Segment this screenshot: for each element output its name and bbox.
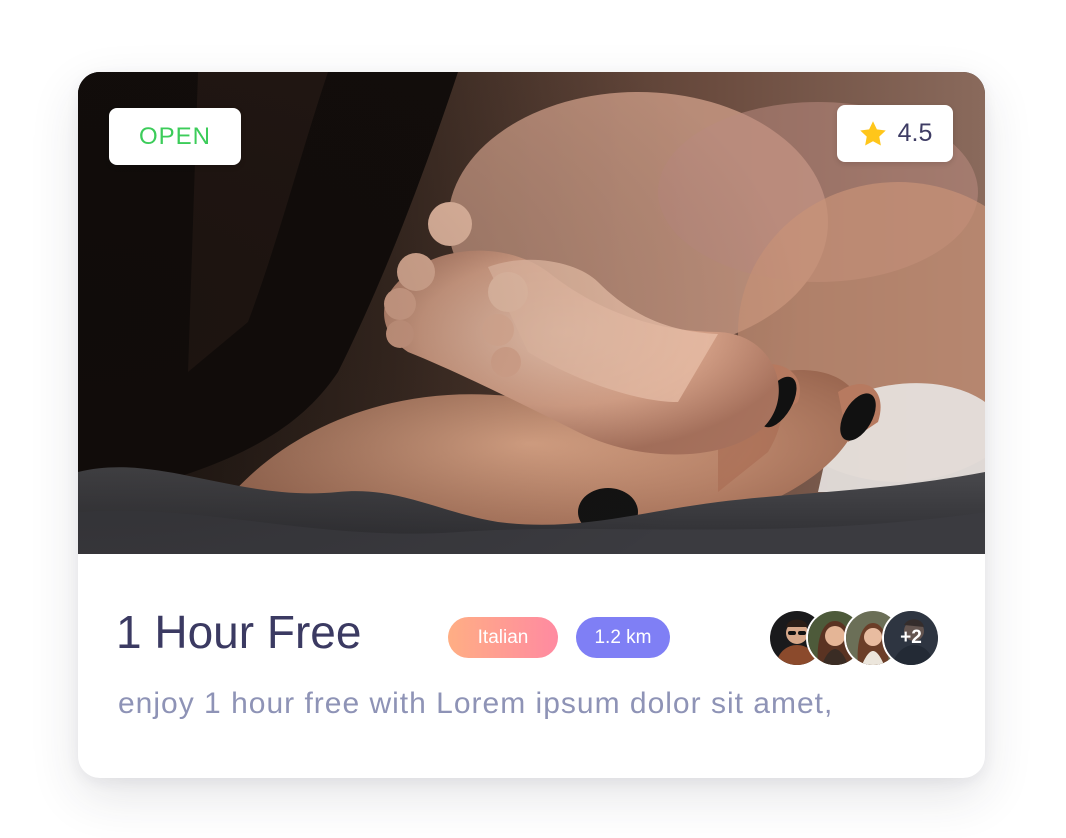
- card-description: enjoy 1 hour free with Lorem ipsum dolor…: [118, 687, 834, 720]
- cuisine-tag[interactable]: Italian: [448, 617, 558, 658]
- distance-tag[interactable]: 1.2 km: [576, 617, 670, 658]
- avatar-group[interactable]: +2: [768, 609, 948, 667]
- card-title: 1 Hour Free: [116, 606, 362, 658]
- hero-photo: OPEN 4.5: [78, 72, 985, 554]
- status-badge: OPEN: [109, 108, 241, 165]
- rating-value: 4.5: [897, 119, 933, 147]
- avatar-more[interactable]: +2: [882, 609, 940, 667]
- rating-badge: 4.5: [837, 105, 953, 162]
- status-badge-label: OPEN: [138, 122, 211, 150]
- offer-card[interactable]: OPEN 4.5 1 Hour Free Italian 1.2 km +2 e…: [78, 72, 985, 778]
- card-info: 1 Hour Free Italian 1.2 km +2 enjoy 1 ho…: [78, 554, 985, 778]
- avatar-more-count: +2: [900, 627, 922, 648]
- star-icon: [859, 120, 886, 145]
- page-background: OPEN 4.5 1 Hour Free Italian 1.2 km +2 e…: [0, 0, 1066, 838]
